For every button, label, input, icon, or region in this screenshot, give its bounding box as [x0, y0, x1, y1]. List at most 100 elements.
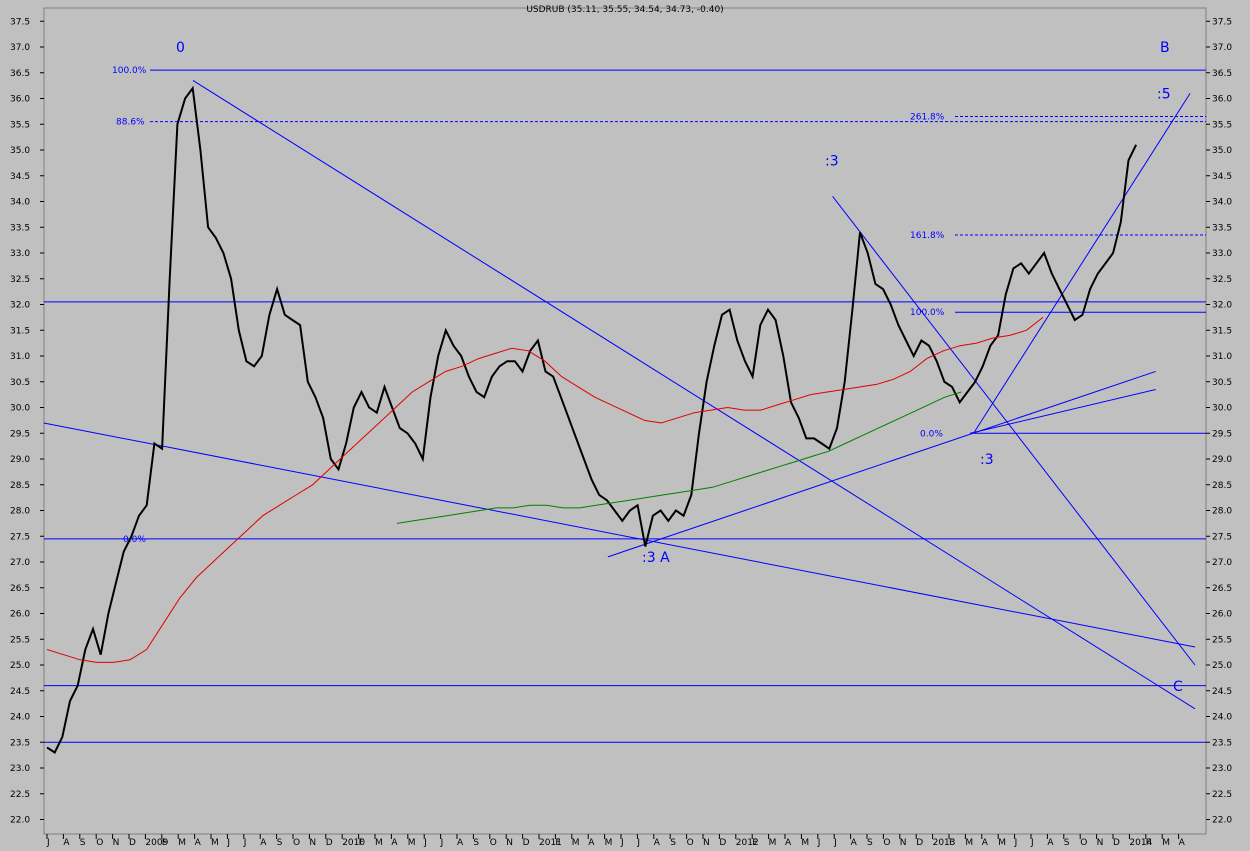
- x-tick-label: O: [96, 838, 103, 847]
- y-tick-label-right: 23.0: [1212, 764, 1232, 774]
- y-tick-label-left: 23.5: [10, 738, 30, 748]
- x-tick-label: O: [490, 838, 497, 847]
- x-tick-label: A: [260, 838, 267, 847]
- y-tick-label-left: 30.5: [10, 378, 30, 388]
- y-tick-label-left: 34.0: [10, 198, 30, 208]
- y-tick-label-left: 30.0: [10, 404, 30, 414]
- y-tick-label-right: 31.5: [1212, 326, 1232, 336]
- x-tick-label: D: [719, 838, 726, 847]
- y-tick-label-right: 35.0: [1212, 146, 1232, 156]
- x-tick-label: A: [851, 838, 858, 847]
- y-tick-label-left: 26.0: [10, 610, 30, 620]
- x-tick-label: F: [359, 838, 364, 847]
- x-tick-label: J: [817, 838, 821, 847]
- x-tick-label: O: [883, 838, 890, 847]
- x-tick-label: S: [277, 838, 283, 847]
- y-tick-label-left: 23.0: [10, 764, 30, 774]
- y-tick-label-right: 28.5: [1212, 481, 1232, 491]
- y-tick-label-right: 27.0: [1212, 558, 1232, 568]
- x-tick-label: O: [293, 838, 300, 847]
- wave-label: :3 A: [642, 550, 670, 566]
- x-tick-label: J: [226, 838, 230, 847]
- x-tick-label: J: [440, 838, 444, 847]
- x-tick-label: A: [785, 838, 792, 847]
- x-tick-label: J: [620, 838, 624, 847]
- y-tick-label-right: 28.0: [1212, 507, 1232, 517]
- y-tick-label-left: 35.0: [10, 146, 30, 156]
- y-tick-label-right: 27.5: [1212, 532, 1232, 542]
- x-tick-label: N: [1097, 838, 1104, 847]
- y-tick-label-right: 31.0: [1212, 352, 1232, 362]
- y-tick-label-left: 31.5: [10, 326, 30, 336]
- fib-label: 261.8%: [910, 113, 945, 123]
- x-tick-label: S: [473, 838, 479, 847]
- y-tick-label-right: 33.0: [1212, 249, 1232, 259]
- y-tick-label-left: 32.5: [10, 275, 30, 285]
- x-tick-label: N: [703, 838, 710, 847]
- y-tick-label-right: 22.0: [1212, 816, 1232, 826]
- x-tick-label: M: [1162, 838, 1170, 847]
- y-tick-label-left: 35.5: [10, 120, 30, 130]
- y-tick-label-right: 25.5: [1212, 635, 1232, 645]
- y-tick-label-left: 29.5: [10, 429, 30, 439]
- x-tick-label: S: [1064, 838, 1070, 847]
- chart-svg: 100.0% 88.6% 0.0% 261.8% 161.8% 100.0% 0.0% 0 B:…: [0, 0, 1250, 848]
- y-tick-label-right: 30.5: [1212, 378, 1232, 388]
- y-tick-label-right: 36.0: [1212, 95, 1232, 105]
- x-tick-label: M: [605, 838, 613, 847]
- y-tick-label-right: 29.5: [1212, 429, 1232, 439]
- fib-label: 0.0%: [920, 429, 943, 439]
- x-tick-label: J: [243, 838, 247, 847]
- y-tick-label-left: 27.5: [10, 532, 30, 542]
- x-tick-label: O: [687, 838, 694, 847]
- x-tick-label: F: [1146, 838, 1151, 847]
- x-tick-label: D: [916, 838, 923, 847]
- x-tick-label: A: [391, 838, 398, 847]
- x-tick-label: M: [408, 838, 416, 847]
- x-tick-label: D: [326, 838, 333, 847]
- y-tick-label-left: 22.0: [10, 816, 30, 826]
- y-tick-label-right: 33.5: [1212, 223, 1232, 233]
- x-tick-label: N: [900, 838, 907, 847]
- y-tick-label-right: 25.0: [1212, 661, 1232, 671]
- y-tick-label-right: 34.0: [1212, 198, 1232, 208]
- chart-background: [0, 0, 1250, 847]
- y-tick-label-left: 33.0: [10, 249, 30, 259]
- y-tick-label-right: 30.0: [1212, 404, 1232, 414]
- y-tick-label-right: 37.5: [1212, 17, 1232, 27]
- wave-label: 0: [176, 40, 185, 56]
- x-tick-label: M: [801, 838, 809, 847]
- y-tick-label-right: 29.0: [1212, 455, 1232, 465]
- x-tick-label: D: [523, 838, 530, 847]
- fib-label: 88.6%: [116, 118, 145, 128]
- x-tick-label: N: [113, 838, 120, 847]
- y-tick-label-left: 26.5: [10, 584, 30, 594]
- x-tick-label: F: [555, 838, 560, 847]
- y-tick-label-right: 35.5: [1212, 120, 1232, 130]
- wave-label: :3: [980, 452, 994, 468]
- y-tick-label-left: 25.5: [10, 635, 30, 645]
- y-tick-label-left: 27.0: [10, 558, 30, 568]
- wave-label: :3: [825, 153, 839, 169]
- y-tick-label-left: 24.0: [10, 713, 30, 723]
- x-tick-label: F: [949, 838, 954, 847]
- fib-label: 161.8%: [910, 231, 945, 241]
- y-tick-label-left: 22.5: [10, 790, 30, 800]
- x-tick-label: N: [506, 838, 513, 847]
- x-tick-label: A: [1047, 838, 1054, 847]
- x-tick-label: M: [178, 838, 186, 847]
- y-tick-label-right: 24.5: [1212, 687, 1232, 697]
- y-tick-label-left: 32.0: [10, 301, 30, 311]
- x-tick-label: A: [457, 838, 464, 847]
- x-tick-label: J: [1014, 838, 1018, 847]
- x-tick-label: M: [769, 838, 777, 847]
- y-tick-label-left: 33.5: [10, 223, 30, 233]
- x-tick-label: D: [129, 838, 136, 847]
- y-tick-label-right: 24.0: [1212, 713, 1232, 723]
- chart-title: USDRUB (35.11, 35.55, 34.54, 34.73, -0.4…: [526, 5, 723, 15]
- wave-label: :5: [1157, 87, 1171, 103]
- y-tick-label-left: 37.0: [10, 43, 30, 53]
- y-tick-label-left: 28.0: [10, 507, 30, 517]
- x-tick-label: A: [195, 838, 202, 847]
- y-tick-label-right: 32.0: [1212, 301, 1232, 311]
